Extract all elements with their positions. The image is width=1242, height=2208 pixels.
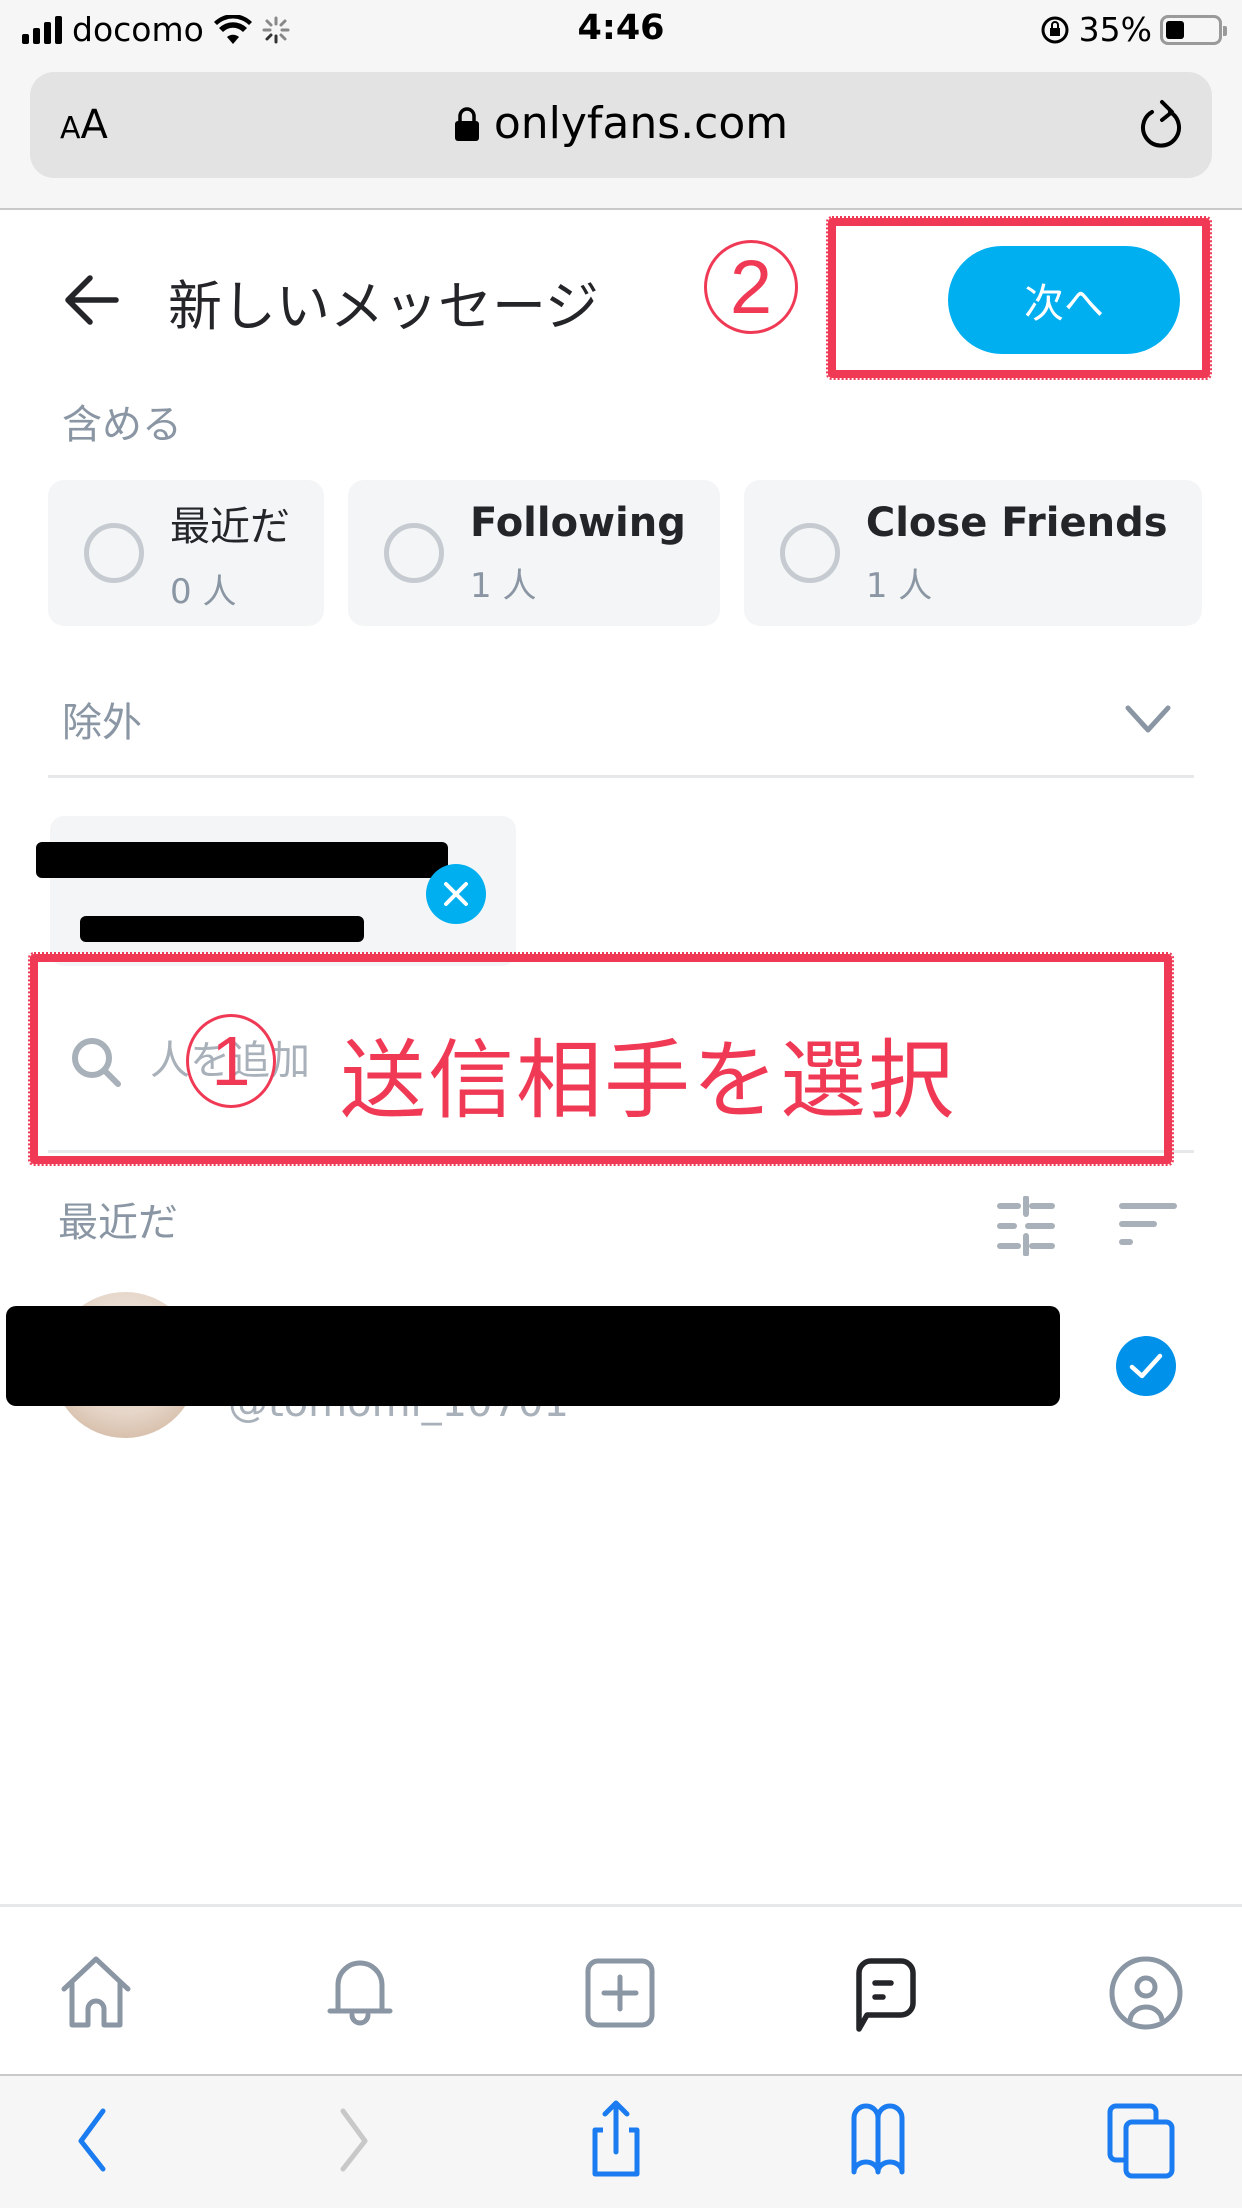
home-icon <box>61 1956 131 2028</box>
exclude-label: 除外 <box>62 700 142 746</box>
browser-toolbar <box>0 2074 1242 2208</box>
option-count: 1 人 <box>470 565 537 606</box>
selected-checkmark[interactable] <box>1116 1336 1176 1396</box>
filter-sliders-icon[interactable] <box>996 1196 1056 1256</box>
option-count: 0 人 <box>170 571 237 612</box>
bell-icon <box>327 1960 393 2026</box>
tabs-icon <box>1107 2103 1175 2179</box>
radio-button[interactable] <box>384 523 444 583</box>
option-name: Following <box>470 499 686 546</box>
tab-notifications[interactable] <box>320 1953 400 2033</box>
reload-icon[interactable] <box>1136 98 1188 154</box>
divider <box>48 1150 1194 1153</box>
tab-home[interactable] <box>56 1953 136 2033</box>
chevron-left-icon <box>78 2108 106 2172</box>
lock-icon <box>454 106 479 141</box>
contact-list-item[interactable]: @tomomi_10701 <box>0 1286 1242 1450</box>
browser-top-bar: AA onlyfans.com <box>0 62 1242 210</box>
annotation-step-1-number: 1 <box>186 1014 276 1108</box>
redacted-contact-info <box>6 1306 1060 1406</box>
profile-icon <box>1109 1956 1183 2030</box>
address-bar[interactable]: AA onlyfans.com <box>30 72 1212 178</box>
search-icon <box>72 1038 121 1087</box>
battery-percent: 35% <box>1078 10 1152 49</box>
recent-label: 最近だ <box>58 1200 178 1246</box>
close-icon <box>444 882 468 906</box>
url-text: onlyfans.com <box>493 98 789 149</box>
sort-icon[interactable] <box>1118 1200 1178 1250</box>
include-option-close-friends[interactable]: Close Friends 1 人 <box>743 480 1202 626</box>
option-count: 1 人 <box>865 565 933 606</box>
redacted-handle <box>80 916 364 942</box>
bookmarks-button[interactable] <box>838 2100 918 2180</box>
browser-forward-button[interactable] <box>314 2100 394 2180</box>
chevron-down-icon[interactable] <box>1124 700 1172 740</box>
chevron-right-icon <box>340 2108 368 2172</box>
tab-messages[interactable] <box>845 1953 925 2033</box>
exclude-dropdown[interactable]: 除外 <box>48 680 1194 778</box>
orientation-lock-icon <box>1041 16 1069 43</box>
battery-icon <box>1160 14 1227 45</box>
include-option-recent[interactable]: 最近だ 0 人 <box>48 480 324 626</box>
next-button[interactable]: 次へ <box>948 246 1180 354</box>
share-button[interactable] <box>576 2100 656 2180</box>
check-icon <box>1129 1353 1163 1379</box>
tab-create[interactable] <box>580 1953 660 2033</box>
option-name: 最近だ <box>170 503 290 550</box>
radio-button[interactable] <box>84 523 144 583</box>
include-options: 最近だ 0 人 Following 1 人 Close Friends 1 人 <box>48 480 1202 626</box>
back-arrow-icon[interactable] <box>62 270 122 330</box>
app-tab-bar <box>0 1904 1242 2074</box>
status-bar: docomo 4:46 35% <box>0 0 1242 62</box>
page-title: 新しいメッセージ <box>168 275 599 338</box>
option-name: Close Friends <box>865 499 1168 546</box>
remove-recipient-button[interactable] <box>426 864 486 924</box>
tabs-button[interactable] <box>1102 2100 1182 2180</box>
browser-back-button[interactable] <box>52 2100 132 2180</box>
add-post-icon <box>585 1958 655 2028</box>
annotation-step-1-text: 送信相手を選択 <box>340 1031 956 1131</box>
tab-profile[interactable] <box>1106 1953 1186 2033</box>
include-option-following[interactable]: Following 1 人 <box>348 480 720 626</box>
include-label: 含める <box>62 402 182 448</box>
book-icon <box>851 2103 905 2175</box>
redacted-name <box>36 842 448 878</box>
share-icon <box>592 2100 640 2177</box>
message-icon <box>856 1958 916 2032</box>
annotation-step-2-number: 2 <box>704 240 798 334</box>
radio-button[interactable] <box>779 523 840 583</box>
